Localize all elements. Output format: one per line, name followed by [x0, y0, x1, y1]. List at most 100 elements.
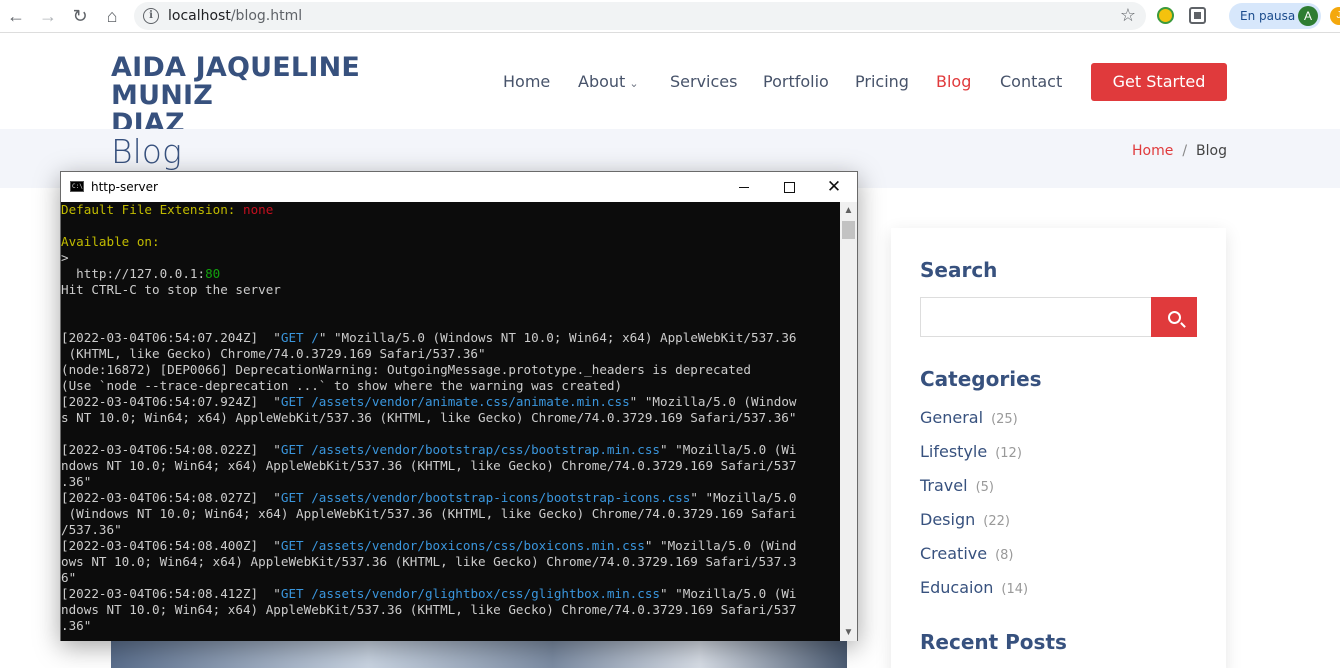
breadcrumb-home[interactable]: Home — [1132, 143, 1173, 159]
terminal-line: .36" — [61, 474, 840, 490]
address-url[interactable]: localhost/blog.html — [168, 8, 302, 24]
maximize-icon[interactable] — [766, 172, 812, 202]
get-started-button[interactable]: Get Started — [1091, 63, 1227, 101]
reload-icon[interactable]: ↻ — [68, 4, 92, 28]
log-continuation: ndows NT 10.0; Win64; x64) AppleWebKit/5… — [61, 458, 797, 473]
terminal-line: s NT 10.0; Win64; x64) AppleWebKit/537.3… — [61, 410, 840, 426]
log-user-agent: " "Mozilla/5.0 (Wi — [660, 442, 797, 457]
category-item[interactable]: Educaion (14) — [920, 578, 1028, 597]
log-text: (Use `node --trace-deprecation ...` to s… — [61, 378, 623, 393]
category-count: (14) — [1001, 582, 1029, 597]
breadcrumb-current: Blog — [1196, 143, 1227, 159]
category-count: (25) — [991, 412, 1018, 427]
terminal-line: .36" — [61, 618, 840, 634]
category-name: Travel — [920, 476, 968, 495]
console-app-icon: C:\ — [70, 181, 84, 192]
log-request: GET /assets/vendor/boxicons/css/boxicons… — [280, 538, 645, 553]
log-continuation: /537.36" — [61, 522, 122, 537]
site-info-icon[interactable]: i — [143, 8, 159, 24]
terminal-output[interactable]: Default File Extension: none Available on… — [61, 202, 840, 641]
category-item[interactable]: Travel (5) — [920, 476, 994, 495]
ext-value: none — [242, 202, 274, 217]
category-name: Creative — [920, 544, 988, 563]
ext-label: Default File Extension: — [61, 202, 243, 217]
search-title: Search — [920, 258, 998, 282]
category-name: Design — [920, 510, 976, 529]
browser-toolbar: ← → ↻ ⌂ i localhost/blog.html ☆ En pausa… — [0, 0, 1340, 33]
bookmark-star-icon[interactable]: ☆ — [1120, 5, 1136, 26]
categories-title: Categories — [920, 367, 1042, 391]
nav-blog[interactable]: Blog — [936, 72, 971, 91]
back-arrow-icon[interactable]: ← — [4, 4, 28, 28]
extension-badge-icon[interactable]: J — [1330, 7, 1340, 25]
category-item[interactable]: General (25) — [920, 408, 1018, 427]
nav-home[interactable]: Home — [503, 72, 550, 91]
terminal-line: (Use `node --trace-deprecation ...` to s… — [61, 378, 840, 394]
extension-icon[interactable] — [1157, 7, 1174, 24]
nav-pricing[interactable]: Pricing — [855, 72, 909, 91]
close-icon[interactable]: ✕ — [811, 172, 857, 202]
log-request: GET /assets/vendor/animate.css/animate.m… — [280, 394, 630, 409]
category-item[interactable]: Lifestyle (12) — [920, 442, 1022, 461]
log-request: GET /assets/vendor/bootstrap-icons/boots… — [280, 490, 691, 505]
category-item[interactable]: Creative (8) — [920, 544, 1014, 563]
log-continuation: .36" — [61, 474, 92, 489]
log-user-agent: " "Mozilla/5.0 (Window — [629, 394, 797, 409]
log-timestamp: [2022-03-04T06:54:07.924Z] " — [61, 394, 281, 409]
available-label: Available on: — [61, 234, 160, 249]
log-user-agent: " "Mozilla/5.0 (Wi — [660, 586, 797, 601]
terminal-line: [2022-03-04T06:54:07.924Z] "GET /assets/… — [61, 394, 840, 410]
address-bar[interactable]: i localhost/blog.html ☆ — [134, 2, 1146, 30]
home-icon[interactable]: ⌂ — [100, 4, 124, 28]
forward-arrow-icon[interactable]: → — [36, 4, 60, 28]
terminal-line: Available on: — [61, 234, 840, 250]
log-request: GET /assets/vendor/bootstrap/css/bootstr… — [280, 442, 660, 457]
scrollbar-thumb[interactable] — [842, 221, 855, 239]
category-name: Lifestyle — [920, 442, 988, 461]
search-input[interactable] — [920, 297, 1197, 337]
terminal-line: /537.36" — [61, 522, 840, 538]
recent-posts-title: Recent Posts — [920, 630, 1067, 654]
scroll-down-icon[interactable]: ▼ — [840, 624, 857, 641]
chevron-down-icon: ⌄ — [629, 77, 639, 90]
nav-portfolio[interactable]: Portfolio — [763, 72, 829, 91]
site-logo[interactable]: AIDA JAQUELINE MUNIZ DIAZ — [111, 54, 471, 138]
prompt: > — [61, 250, 69, 265]
category-name: General — [920, 408, 984, 427]
terminal-line: [2022-03-04T06:54:08.400Z] "GET /assets/… — [61, 538, 840, 554]
terminal-line: Default File Extension: none — [61, 202, 840, 218]
log-user-agent: " "Mozilla/5.0 (Windows NT 10.0; Win64; … — [318, 330, 797, 345]
log-request: GET / — [280, 330, 319, 345]
search-button[interactable] — [1151, 297, 1197, 337]
profile-status: En pausa — [1240, 9, 1296, 23]
extension-grid-icon[interactable] — [1189, 7, 1206, 24]
minimize-icon[interactable] — [721, 172, 767, 202]
log-continuation: s NT 10.0; Win64; x64) AppleWebKit/537.3… — [61, 410, 797, 425]
category-item[interactable]: Design (22) — [920, 510, 1010, 529]
nav-services[interactable]: Services — [670, 72, 737, 91]
category-count: (22) — [983, 514, 1010, 529]
scroll-up-icon[interactable]: ▲ — [840, 202, 857, 219]
scrollbar[interactable]: ▲ ▼ — [840, 202, 857, 641]
terminal-line: ndows NT 10.0; Win64; x64) AppleWebKit/5… — [61, 458, 840, 474]
terminal-line: (KHTML, like Gecko) Chrome/74.0.3729.169… — [61, 346, 840, 362]
log-lines: [2022-03-04T06:54:07.204Z] "GET /" "Mozi… — [61, 330, 840, 634]
logo-line-1: AIDA JAQUELINE MUNIZ — [111, 52, 361, 111]
category-count: (12) — [995, 446, 1022, 461]
log-continuation: .36" — [61, 618, 92, 633]
console-titlebar[interactable]: C:\ http-server ✕ — [61, 172, 857, 202]
profile-button[interactable]: En pausa A — [1229, 3, 1321, 29]
terminal-line: ndows NT 10.0; Win64; x64) AppleWebKit/5… — [61, 602, 840, 618]
nav-about[interactable]: About ⌄ — [578, 72, 639, 91]
nav-about-label: About — [578, 72, 626, 91]
terminal-line: ows NT 10.0; Win64; x64) AppleWebKit/537… — [61, 554, 840, 570]
log-request: GET /assets/vendor/glightbox/css/glightb… — [280, 586, 660, 601]
nav-contact[interactable]: Contact — [1000, 72, 1062, 91]
breadcrumb-separator: / — [1182, 143, 1188, 159]
log-user-agent: " "Mozilla/5.0 (Wind — [644, 538, 797, 553]
log-continuation: ows NT 10.0; Win64; x64) AppleWebKit/537… — [61, 554, 797, 569]
console-window[interactable]: C:\ http-server ✕ Default File Extension… — [60, 171, 858, 641]
search-icon — [1167, 310, 1181, 324]
